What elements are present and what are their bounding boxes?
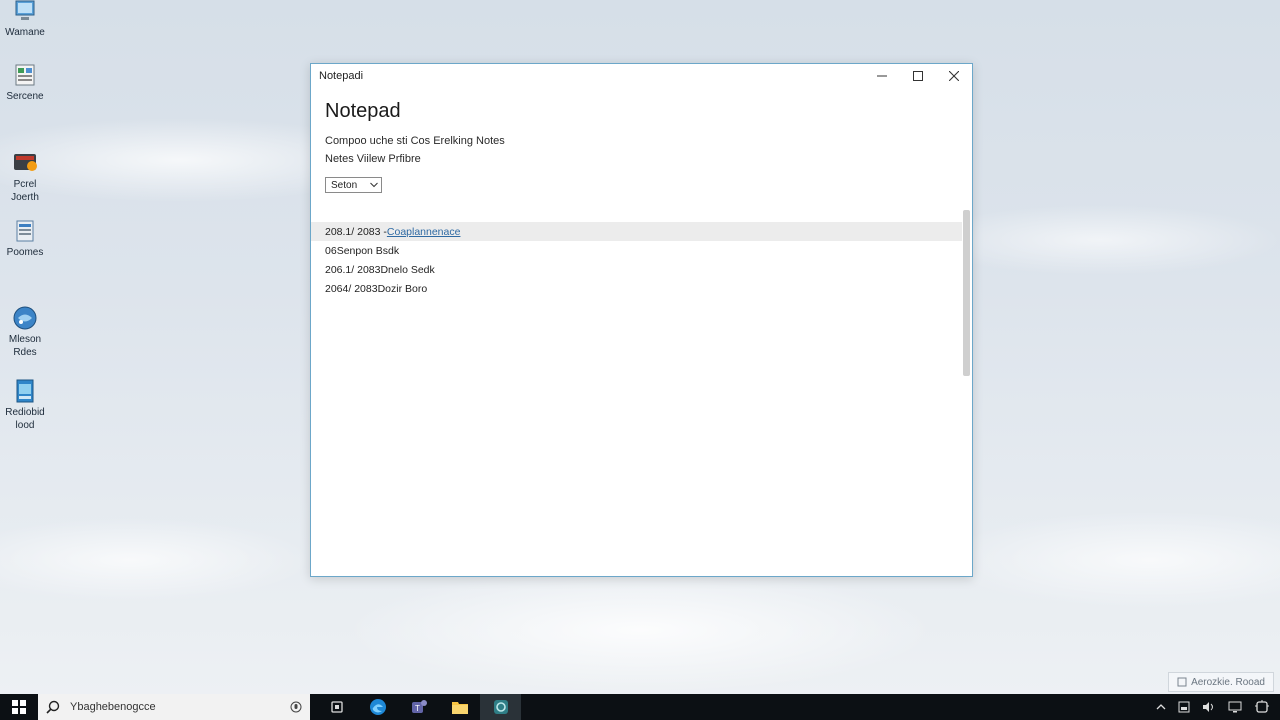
taskbar: Ybaghebenogcce T bbox=[0, 694, 1280, 720]
media-player-icon bbox=[12, 150, 38, 176]
list-item[interactable]: 2064/ 2083 Dozir Boro bbox=[311, 279, 962, 298]
chevron-up-icon bbox=[1156, 704, 1166, 710]
edge-icon bbox=[369, 699, 386, 715]
tray-network-button[interactable] bbox=[1178, 701, 1190, 713]
window-title: Notepadi bbox=[319, 70, 364, 82]
task-view-icon bbox=[330, 701, 343, 713]
desktop-icon-label: Poomes bbox=[6, 247, 44, 258]
note-title: Dozir Boro bbox=[377, 282, 428, 295]
desktop-icon-label: Wamane bbox=[5, 27, 45, 38]
description-line-1: Compoo uche sti Cos Erelking Notes bbox=[325, 135, 505, 147]
desktop-icon-rediobid-lood[interactable]: Rediobid lood bbox=[0, 378, 50, 432]
list-item[interactable]: 206.1/ 2083 Dnelo Sedk bbox=[311, 260, 962, 279]
notification-toast[interactable]: Aerozkie. Rooad bbox=[1168, 672, 1274, 692]
microphone-icon[interactable] bbox=[290, 701, 302, 713]
system-tray bbox=[1156, 694, 1280, 720]
note-link[interactable]: Coaplannenace bbox=[387, 226, 461, 238]
active-app-button[interactable] bbox=[480, 694, 521, 720]
chevron-down-icon bbox=[370, 182, 378, 188]
volume-icon bbox=[1203, 702, 1213, 712]
desktop-icon-wamane[interactable]: Wamane bbox=[0, 0, 50, 39]
note-title: Dnelo Sedk bbox=[380, 263, 435, 276]
note-date: 208.1/ 2083 - bbox=[325, 225, 387, 238]
globe-icon bbox=[12, 305, 38, 331]
list-item[interactable]: 208.1/ 2083 - Coaplannenace bbox=[311, 222, 962, 241]
document-icon bbox=[12, 218, 38, 244]
app-icon bbox=[12, 378, 38, 404]
notification-icon bbox=[1177, 677, 1187, 687]
tray-display-button[interactable] bbox=[1228, 701, 1242, 713]
note-date: 206.1/ 2083 bbox=[325, 263, 381, 276]
desktop-icon-label: Mleson Rdes bbox=[8, 334, 42, 358]
note-title: Senpon Bsdk bbox=[336, 244, 400, 257]
page-title: Notepad bbox=[325, 100, 401, 122]
tray-chevron-button[interactable] bbox=[1156, 703, 1166, 711]
desktop-icon-sercene[interactable]: Sercene bbox=[0, 62, 50, 103]
task-view-button[interactable] bbox=[316, 694, 357, 720]
taskbar-apps: T bbox=[316, 694, 521, 720]
maximize-icon bbox=[913, 71, 923, 81]
desktop-icon-poomes[interactable]: Poomes bbox=[0, 218, 50, 259]
file-explorer-button[interactable] bbox=[439, 694, 480, 720]
search-input[interactable]: Ybaghebenogcce bbox=[70, 701, 280, 713]
tray-action-center-button[interactable] bbox=[1254, 699, 1270, 715]
minimize-button[interactable] bbox=[864, 64, 900, 88]
edge-button[interactable] bbox=[357, 694, 398, 720]
app-icon bbox=[493, 700, 508, 714]
desktop-icon-label: Rediobid lood bbox=[5, 407, 45, 431]
teams-button[interactable]: T bbox=[398, 694, 439, 720]
start-button[interactable] bbox=[0, 694, 38, 720]
note-date: 06 bbox=[325, 244, 337, 257]
network-icon bbox=[1178, 701, 1190, 713]
taskbar-search[interactable]: Ybaghebenogcce bbox=[38, 694, 310, 720]
file-explorer-icon bbox=[451, 702, 468, 714]
notepad-window: Notepadi Notepad Compoo uche sti Cos Ere… bbox=[310, 63, 973, 577]
desktop-icon-pcrel-joerth[interactable]: Pcrel Joerth bbox=[0, 150, 50, 204]
window-titlebar[interactable]: Notepadi bbox=[311, 64, 972, 88]
filter-select[interactable]: Seton bbox=[325, 177, 382, 193]
close-icon bbox=[949, 71, 959, 81]
notification-text: Aerozkie. Rooad bbox=[1191, 676, 1265, 688]
desktop-icon-label: Pcrel Joerth bbox=[11, 179, 39, 203]
note-date: 2064/ 2083 bbox=[325, 282, 378, 295]
maximize-button[interactable] bbox=[900, 64, 936, 88]
close-button[interactable] bbox=[936, 64, 972, 88]
teams-icon: T bbox=[411, 700, 427, 713]
action-center-icon bbox=[1255, 700, 1269, 713]
list-item[interactable]: 06 Senpon Bsdk bbox=[311, 241, 962, 260]
vertical-scrollbar[interactable] bbox=[963, 210, 970, 376]
filter-select-value: Seton bbox=[331, 179, 358, 191]
svg-text:T: T bbox=[415, 704, 420, 713]
description-line-2: Netes Viilew Prfibre bbox=[325, 153, 421, 165]
desktop-icon-mleson-rdes[interactable]: Mleson Rdes bbox=[0, 305, 50, 359]
spreadsheet-icon bbox=[12, 62, 38, 88]
notes-list: 208.1/ 2083 - Coaplannenace 06 Senpon Bs… bbox=[311, 222, 962, 298]
search-icon bbox=[46, 700, 60, 714]
window-content: Notepad Compoo uche sti Cos Erelking Not… bbox=[311, 88, 972, 576]
minimize-icon bbox=[877, 75, 887, 77]
display-icon bbox=[1228, 701, 1242, 713]
windows-logo-icon bbox=[12, 700, 26, 714]
computer-icon bbox=[12, 0, 38, 24]
window-controls bbox=[864, 64, 972, 88]
desktop-icon-label: Sercene bbox=[6, 91, 44, 102]
tray-volume-button[interactable] bbox=[1202, 701, 1216, 713]
